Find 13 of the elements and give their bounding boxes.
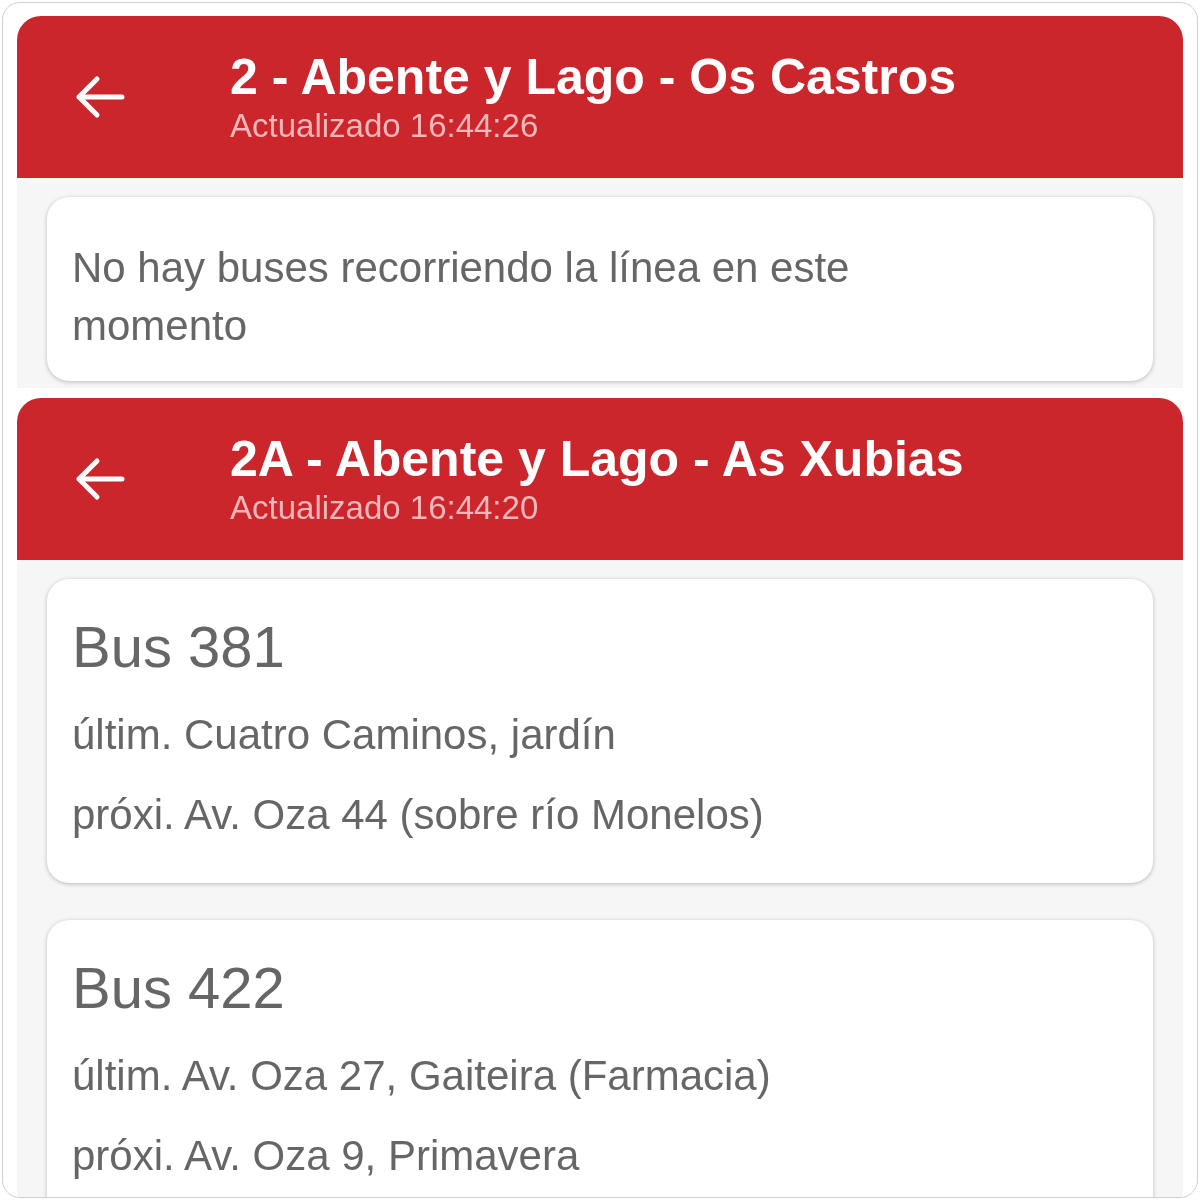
- next-stop: próxi. Av. Oza 9, Primavera: [72, 1131, 581, 1181]
- route-title: 2 - Abente y Lago - Os Castros: [230, 48, 957, 106]
- empty-message: No hay buses recorriendo la línea en este momento: [72, 243, 851, 351]
- last-stop: últim. Cuatro Caminos, jardín: [72, 710, 617, 760]
- back-button[interactable]: [74, 75, 126, 119]
- route-title: 2A - Abente y Lago - As Xubias: [230, 430, 964, 488]
- last-stop: últim. Av. Oza 27, Gaiteira (Farmacia): [72, 1051, 772, 1101]
- updated-time: Actualizado 16:44:20: [230, 488, 540, 528]
- back-button[interactable]: [74, 457, 126, 501]
- bus-name: Bus 422: [72, 954, 286, 1022]
- next-stop: próxi. Av. Oza 44 (sobre río Monelos): [72, 790, 765, 840]
- updated-time: Actualizado 16:44:26: [230, 106, 540, 146]
- bus-name: Bus 381: [72, 613, 286, 681]
